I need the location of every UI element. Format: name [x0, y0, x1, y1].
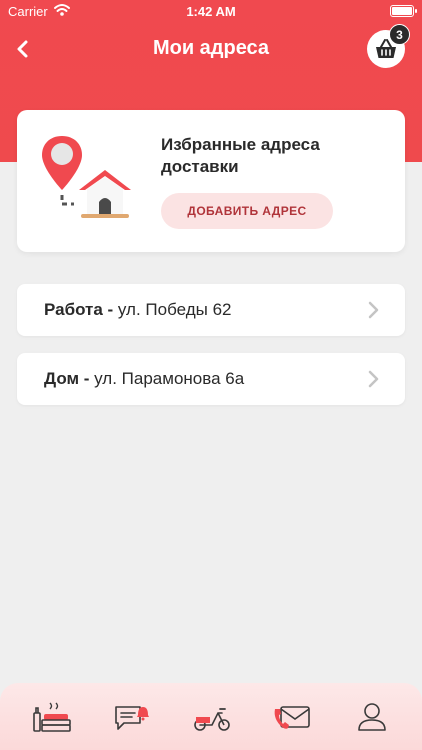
favorites-title: Избранные адреса доставки [161, 135, 320, 176]
add-address-button[interactable]: ДОБАВИТЬ АДРЕС [161, 193, 333, 229]
address-name: Дом - [44, 369, 90, 388]
address-street: ул. Победы 62 [113, 300, 232, 319]
tab-contacts[interactable] [272, 701, 312, 733]
location-house-illustration [42, 136, 131, 218]
tab-chat[interactable] [112, 701, 152, 733]
address-row-work[interactable]: Работа - ул. Победы 62 [17, 284, 405, 336]
address-name: Работа - [44, 300, 114, 319]
page-title: Мои адреса [152, 37, 270, 59]
battery-icon [390, 5, 417, 17]
chat-icon [115, 706, 149, 730]
menu-icon [33, 702, 71, 732]
tab-menu[interactable] [32, 701, 72, 733]
favorites-card: Избранные адреса доставки ДОБАВИТЬ АДРЕС [17, 110, 405, 252]
tab-profile[interactable] [352, 701, 392, 733]
chevron-right-icon [368, 370, 379, 388]
address-text: Работа - ул. Победы 62 [44, 300, 232, 320]
phone-icon [274, 706, 310, 729]
scooter-icon [194, 708, 230, 731]
chevron-right-icon [368, 301, 379, 319]
address-text: Дом - ул. Парамонова 6а [44, 369, 244, 389]
status-bar: Carrier 1:42 AM [0, 0, 422, 22]
tab-delivery[interactable] [192, 701, 232, 733]
basket-count-badge: 3 [389, 24, 410, 45]
address-row-home[interactable]: Дом - ул. Парамонова 6а [17, 353, 405, 405]
clock: 1:42 AM [186, 4, 236, 19]
address-street: ул. Парамонова 6а [89, 369, 245, 388]
profile-icon [358, 703, 386, 731]
tab-bar [0, 683, 422, 750]
